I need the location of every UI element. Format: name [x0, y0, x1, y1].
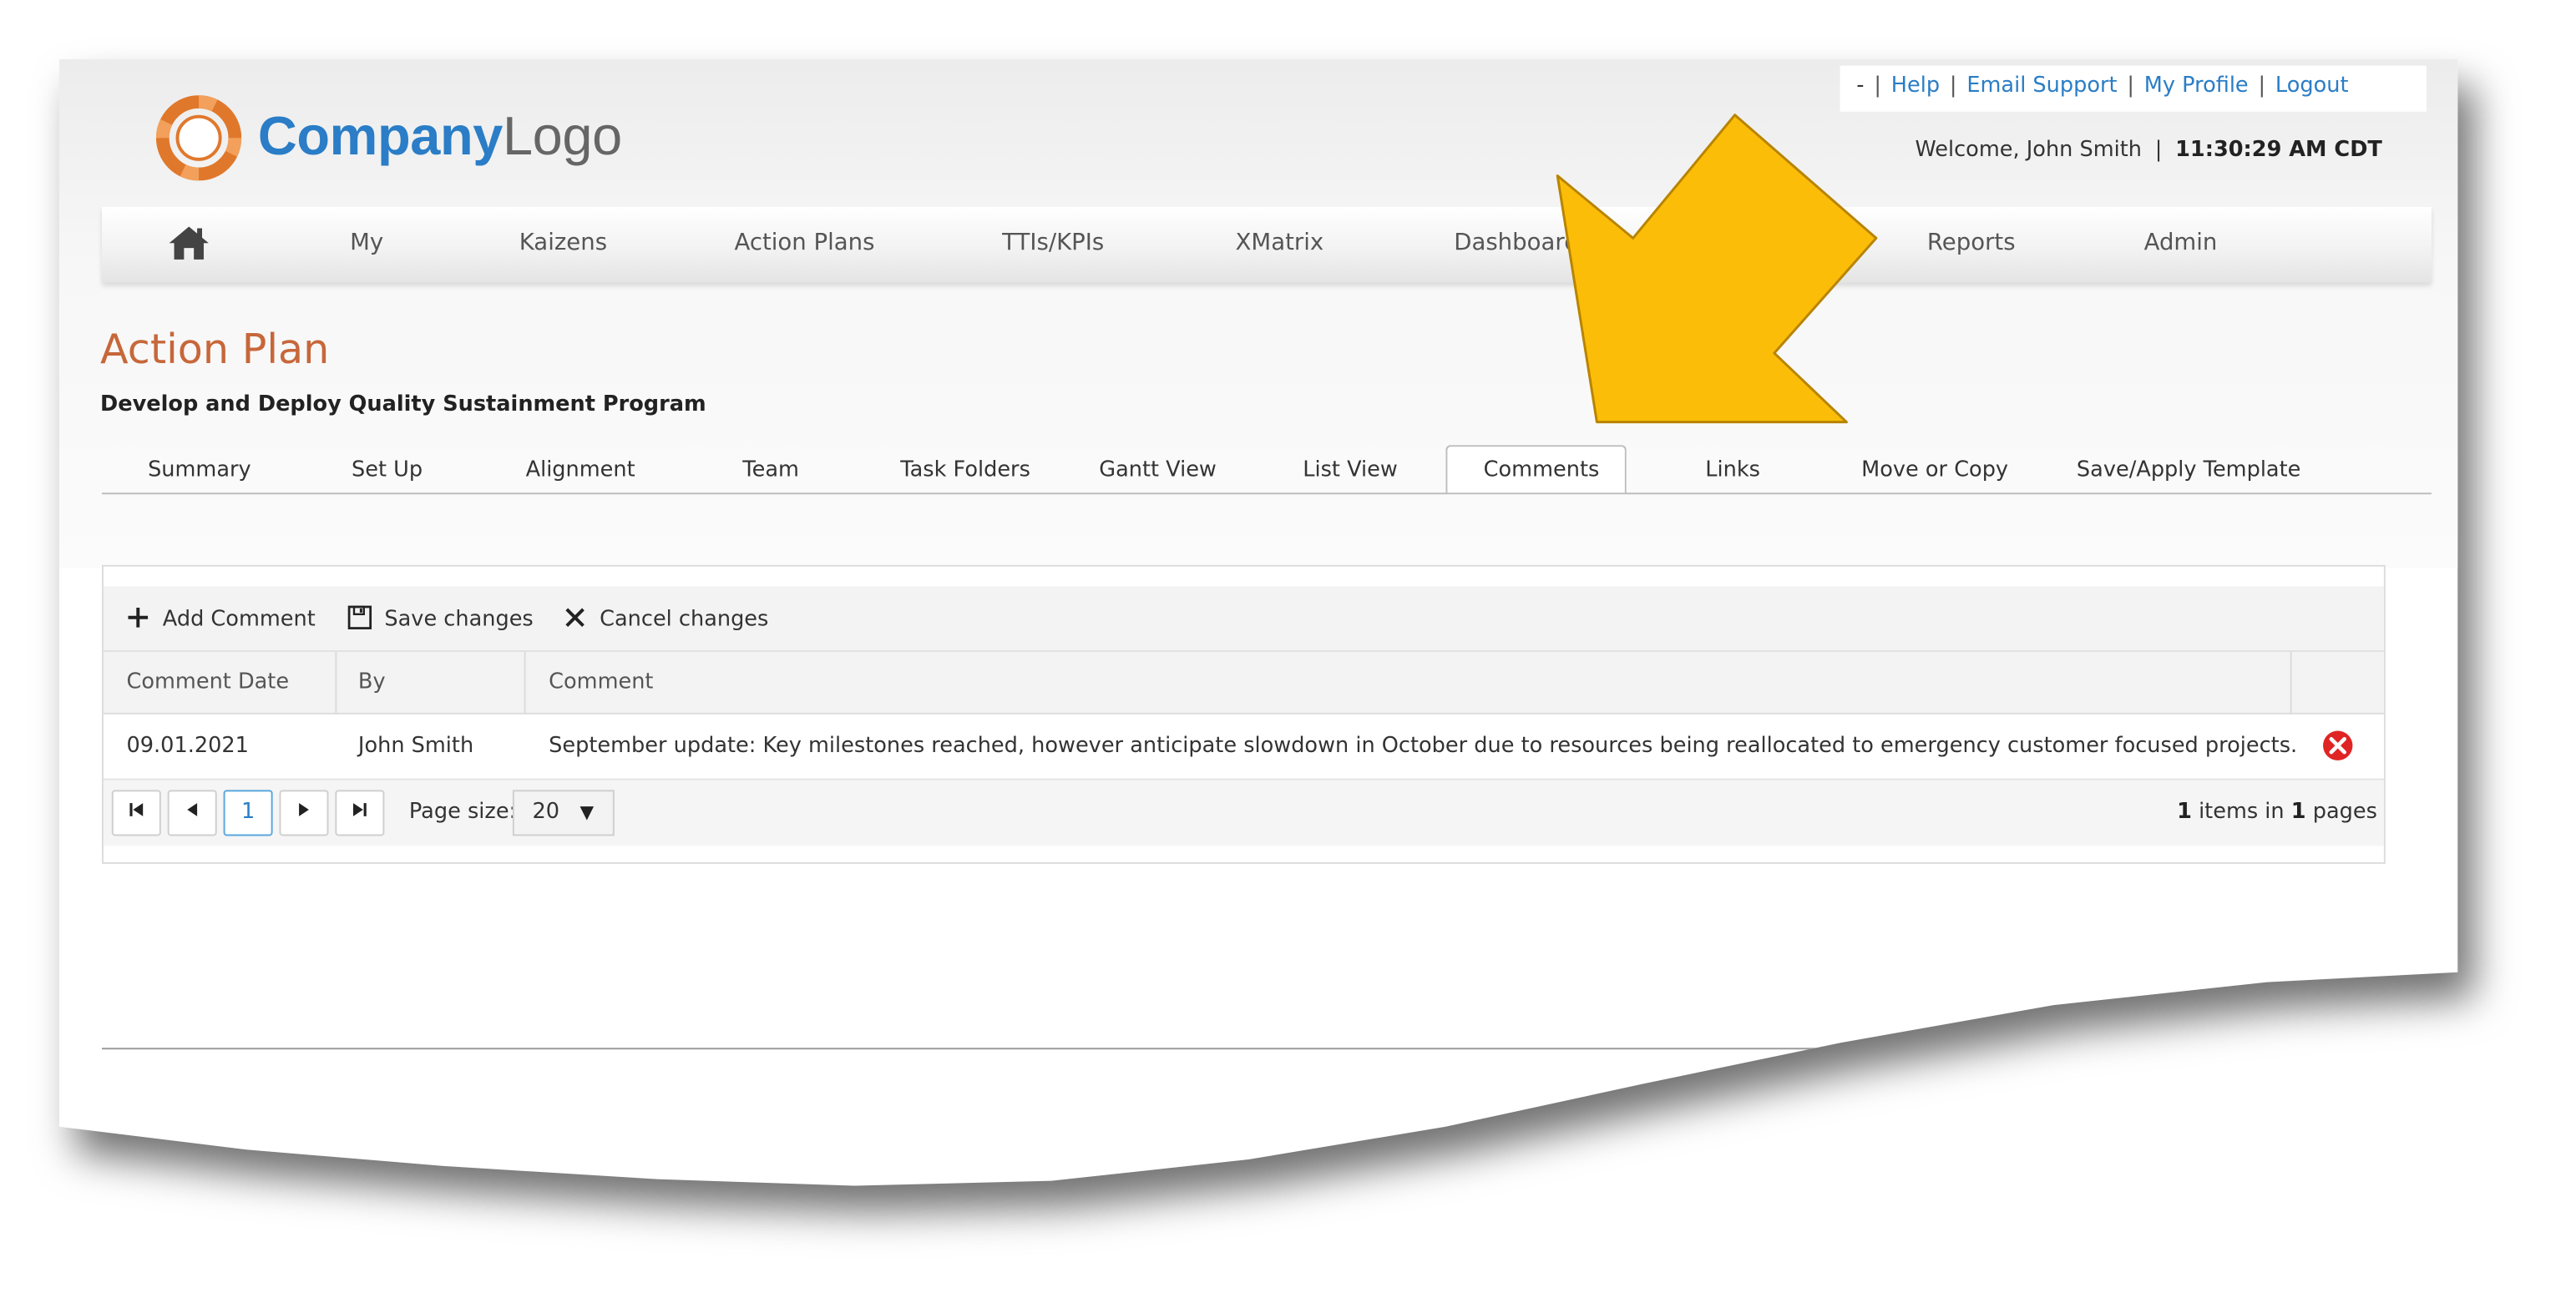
separator: | — [2154, 138, 2163, 163]
pager-pages-text: pages — [2312, 800, 2377, 825]
page-shadow: CompanyLogo - | Help | Email Support | My Prof… — [0, 0, 2576, 1283]
clock-time: 11:30:29 AM CDT — [2175, 138, 2382, 163]
tab-team[interactable]: Team — [742, 458, 799, 483]
tab-alignment[interactable]: Alignment — [526, 458, 635, 483]
footer-divider — [101, 1048, 1844, 1050]
save-icon — [347, 605, 372, 629]
separator: | — [1874, 73, 1881, 99]
next-page-icon — [299, 803, 309, 816]
cell-by: John Smith — [357, 734, 474, 759]
cancel-changes-button[interactable]: Cancel changes — [562, 604, 769, 633]
column-header-comment-date[interactable]: Comment Date — [126, 670, 289, 695]
logo-brand: Company — [257, 104, 503, 166]
browser-page: CompanyLogo - | Help | Email Support | My Prof… — [58, 58, 2458, 1186]
pager-info: 1 items in 1 pages — [2177, 800, 2377, 825]
email-support-link[interactable]: Email Support — [1966, 74, 2117, 99]
separator: | — [2127, 73, 2134, 99]
tab-set-up[interactable]: Set Up — [352, 458, 423, 483]
logout-link[interactable]: Logout — [2275, 74, 2349, 99]
cancel-changes-label: Cancel changes — [600, 607, 769, 633]
delete-icon[interactable] — [2321, 730, 2354, 762]
nav-item-xmatrix[interactable]: XMatrix — [1236, 230, 1324, 255]
nav-item-my[interactable]: My — [350, 230, 383, 255]
first-page-icon — [129, 803, 144, 816]
nav-item-reports[interactable]: Reports — [1927, 230, 2016, 255]
nav-item-ttis-kpis[interactable]: TTIs/KPIs — [1002, 230, 1104, 255]
first-page-button[interactable] — [111, 790, 161, 836]
pager-item-count: 1 — [2177, 800, 2192, 825]
tab-list-view[interactable]: List View — [1303, 458, 1398, 483]
last-page-icon — [353, 803, 367, 816]
welcome-bar: Welcome, John Smith | 11:30:29 AM CDT — [1915, 138, 2381, 163]
last-page-button[interactable] — [335, 790, 385, 836]
page-size-select[interactable]: 20 ▼ — [512, 790, 615, 836]
page-size-value: 20 — [532, 800, 560, 825]
logo-text: CompanyLogo — [258, 105, 622, 168]
column-header-by[interactable]: By — [358, 670, 386, 695]
tab-links[interactable]: Links — [1705, 458, 1760, 483]
column-divider — [2290, 652, 2292, 715]
pager-items-text: items in — [2199, 800, 2285, 825]
page-title: Action Plan — [100, 325, 330, 373]
separator: | — [2258, 73, 2266, 99]
comments-grid: Add Comment Save changes Cancel changes … — [101, 564, 2386, 864]
grid-toolbar: Add Comment Save changes Cancel changes — [103, 586, 2384, 653]
current-page-button[interactable]: 1 — [223, 790, 273, 836]
tab-move-or-copy[interactable]: Move or Copy — [1861, 458, 2008, 483]
tabs-divider — [101, 492, 2432, 495]
screenshot-stage: CompanyLogo - | Help | Email Support | My Prof… — [0, 0, 2576, 1283]
home-icon[interactable] — [168, 224, 210, 263]
add-comment-button[interactable]: Add Comment — [125, 604, 316, 632]
nav-item-kaizens[interactable]: Kaizens — [519, 230, 607, 255]
close-icon — [565, 608, 585, 628]
top-dash: - — [1856, 73, 1865, 99]
tab-comments[interactable]: Comments — [1484, 458, 1600, 483]
nav-item-admin[interactable]: Admin — [2144, 230, 2218, 255]
chevron-down-icon: ▼ — [579, 801, 595, 823]
save-changes-button[interactable]: Save changes — [347, 604, 534, 632]
column-header-comment[interactable]: Comment — [549, 670, 653, 695]
nav-item-action-plans[interactable]: Action Plans — [734, 230, 874, 255]
cell-comment-date: 09.01.2021 — [126, 734, 249, 759]
my-profile-link[interactable]: My Profile — [2144, 74, 2249, 99]
logo-suffix: Logo — [502, 104, 622, 166]
page-size-label: Page size: — [408, 800, 517, 825]
plus-icon — [128, 607, 149, 628]
prev-page-button[interactable] — [167, 790, 217, 836]
welcome-text: Welcome, John Smith — [1915, 138, 2143, 163]
tab-task-folders[interactable]: Task Folders — [900, 458, 1030, 483]
tab-summary[interactable]: Summary — [148, 458, 251, 483]
grid-header: Comment Date By Comment — [103, 652, 2384, 715]
grid-pager: 1 Page size: 20 ▼ 1 items in 1 pages — [103, 780, 2384, 846]
save-changes-label: Save changes — [384, 607, 534, 633]
logo-ring-icon — [155, 95, 242, 181]
add-comment-label: Add Comment — [162, 607, 316, 633]
table-row[interactable]: 09.01.2021 John Smith September update: … — [103, 714, 2384, 780]
tab-save-apply-template[interactable]: Save/Apply Template — [2077, 458, 2300, 483]
nav-item-dashboard[interactable]: Dashboard — [1454, 230, 1578, 255]
main-nav: My Kaizens Action Plans TTIs/KPIs XMatri… — [101, 206, 2432, 283]
prev-page-icon — [187, 803, 198, 816]
separator: | — [1949, 73, 1957, 99]
column-divider — [524, 652, 526, 715]
next-page-button[interactable] — [279, 790, 329, 836]
cell-comment: September update: Key milestones reached… — [549, 734, 2298, 759]
top-links-bar: - | Help | Email Support | My Profile | Logout — [1840, 65, 2427, 112]
pager-page-count: 1 — [2290, 800, 2306, 825]
tab-gantt-view[interactable]: Gantt View — [1099, 458, 1217, 483]
page-subtitle: Develop and Deploy Quality Sustainment P… — [100, 392, 706, 417]
column-divider — [335, 652, 337, 715]
help-link[interactable]: Help — [1891, 74, 1940, 99]
